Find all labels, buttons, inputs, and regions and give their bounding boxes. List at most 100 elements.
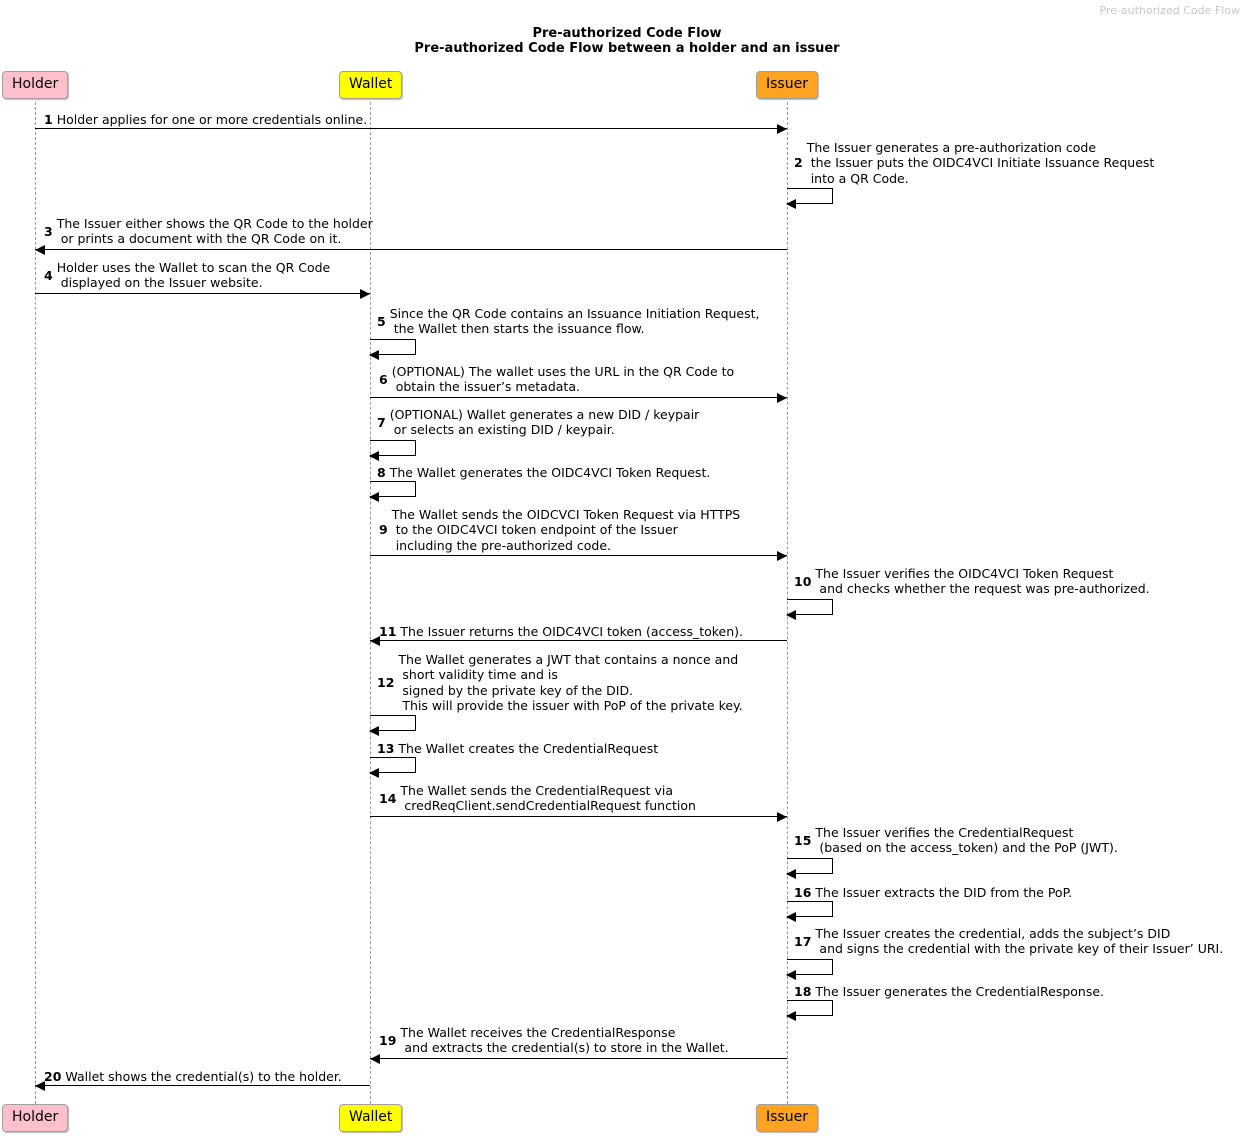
arrowhead-15 <box>786 869 796 879</box>
message-text-line: credReqClient.sendCredentialRequest func… <box>404 798 696 814</box>
message-text-line: Holder uses the Wallet to scan the QR Co… <box>56 260 331 275</box>
message-number-19: 19 <box>379 1032 397 1048</box>
message-label-13: 13 The Wallet creates the CredentialReque… <box>377 740 658 756</box>
arrowhead-10 <box>786 610 796 620</box>
message-text-line: The Wallet sends the OIDCVCI Token Reque… <box>391 507 741 522</box>
message-number-18: 18 <box>794 983 812 999</box>
participant-top-wallet[interactable]: Wallet <box>339 71 403 99</box>
message-text-line: The Issuer returns the OIDC4VCI token (a… <box>400 623 744 639</box>
message-number-20: 20 <box>44 1068 62 1084</box>
message-text-3: The Issuer either shows the QR Code to t… <box>57 216 373 247</box>
message-text-line: displayed on the Issuer website. <box>60 275 263 291</box>
message-arrow-14 <box>370 816 787 817</box>
message-text-line: The Wallet creates the CredentialRequest <box>398 740 659 756</box>
message-number-7: 7 <box>377 414 386 430</box>
message-label-9: 9 The Wallet sends the OIDCVCI Token Requ… <box>379 507 740 553</box>
message-text-11: The Issuer returns the OIDC4VCI token (a… <box>400 624 743 639</box>
message-text-line: Since the QR Code contains an Issuance I… <box>389 306 760 321</box>
sequence-diagram-canvas: Pre-authorized Code Flow Pre-authorized … <box>0 0 1254 1139</box>
message-label-19: 19 The Wallet receives the CredentialResp… <box>379 1025 729 1056</box>
message-number-2: 2 <box>794 155 803 171</box>
diagram-title-line-2: Pre-authorized Code Flow between a holde… <box>414 41 840 56</box>
message-text-line: obtain the issuer’s metadata. <box>395 379 580 395</box>
message-text-1: Holder applies for one or more credentia… <box>57 112 368 127</box>
message-label-16: 16 The Issuer extracts the DID from the P… <box>794 884 1072 900</box>
message-text-line: Wallet shows the credential(s) to the ho… <box>65 1068 342 1084</box>
message-text-8: The Wallet generates the OIDC4VCI Token … <box>390 465 711 480</box>
message-label-8: 8 The Wallet generates the OIDC4VCI Token… <box>377 464 710 480</box>
message-text-line: The Issuer creates the credential, adds … <box>815 926 1171 941</box>
message-label-20: 20 Wallet shows the credential(s) to the … <box>44 1068 342 1084</box>
message-number-8: 8 <box>377 464 386 480</box>
message-arrow-11 <box>370 640 787 641</box>
message-text-line: Holder applies for one or more credentia… <box>56 111 368 127</box>
message-text-line: The Issuer generates a pre-authorization… <box>806 140 1097 155</box>
message-label-17: 17 The Issuer creates the credential, add… <box>794 926 1223 957</box>
message-label-4: 4 Holder uses the Wallet to scan the QR C… <box>44 260 330 291</box>
message-arrow-6 <box>370 397 787 398</box>
lifeline-wallet <box>370 102 371 1104</box>
message-label-14: 14 The Wallet sends the CredentialRequest… <box>379 783 696 814</box>
participant-bottom-holder[interactable]: Holder <box>2 1104 69 1132</box>
message-text-2: The Issuer generates a pre-authorization… <box>807 140 1155 186</box>
message-arrow-19 <box>370 1058 787 1059</box>
message-text-line: including the pre-authorized code. <box>395 537 612 553</box>
message-text-line: (OPTIONAL) The wallet uses the URL in th… <box>391 364 735 379</box>
message-arrow-3 <box>35 249 787 250</box>
message-number-3: 3 <box>44 223 53 239</box>
message-text-16: The Issuer extracts the DID from the PoP… <box>815 885 1072 900</box>
message-arrow-4 <box>35 293 370 294</box>
message-arrow-1 <box>35 128 787 129</box>
arrowhead-16 <box>786 912 796 922</box>
message-text-20: Wallet shows the credential(s) to the ho… <box>65 1069 341 1084</box>
arrowhead-17 <box>786 970 796 980</box>
message-text-line: (OPTIONAL) Wallet generates a new DID / … <box>389 407 700 422</box>
message-text-6: (OPTIONAL) The wallet uses the URL in th… <box>392 364 735 395</box>
message-text-line: and checks whether the request was pre-a… <box>819 581 1150 597</box>
message-number-6: 6 <box>379 371 388 387</box>
message-label-7: 7 (OPTIONAL) Wallet generates a new DID /… <box>377 407 699 438</box>
message-number-11: 11 <box>379 623 397 639</box>
participant-bottom-issuer[interactable]: Issuer <box>756 1104 818 1132</box>
message-text-line: short validity time and is <box>402 667 558 683</box>
participant-bottom-wallet[interactable]: Wallet <box>339 1104 403 1132</box>
message-arrow-20 <box>35 1085 370 1086</box>
message-text-line: or selects an existing DID / keypair. <box>393 422 615 438</box>
message-number-14: 14 <box>379 790 397 806</box>
arrowhead-20 <box>35 1081 45 1091</box>
arrowhead-5 <box>369 350 379 360</box>
message-number-15: 15 <box>794 832 812 848</box>
arrowhead-1 <box>777 124 787 134</box>
watermark-label: Pre-authorized Code Flow <box>1099 4 1240 17</box>
diagram-title: Pre-authorized Code Flow Pre-authorized … <box>0 26 1254 56</box>
message-number-4: 4 <box>44 267 53 283</box>
message-number-5: 5 <box>377 313 386 329</box>
message-text-line: (based on the access_token) and the PoP … <box>819 840 1118 856</box>
message-text-line: The Wallet generates a JWT that contains… <box>398 652 739 667</box>
message-text-line: The Issuer extracts the DID from the PoP… <box>815 884 1073 900</box>
participant-top-holder[interactable]: Holder <box>2 71 69 99</box>
message-text-17: The Issuer creates the credential, adds … <box>815 926 1223 957</box>
participant-top-issuer[interactable]: Issuer <box>756 71 818 99</box>
message-label-6: 6 (OPTIONAL) The wallet uses the URL in t… <box>379 364 734 395</box>
message-text-line: and signs the credential with the privat… <box>819 941 1224 957</box>
message-text-line: The Wallet sends the CredentialRequest v… <box>400 783 674 798</box>
arrowhead-8 <box>369 492 379 502</box>
message-number-10: 10 <box>794 573 812 589</box>
message-text-18: The Issuer generates the CredentialRespo… <box>815 984 1104 999</box>
message-text-line: This will provide the issuer with PoP of… <box>402 697 743 713</box>
message-text-5: Since the QR Code contains an Issuance I… <box>390 306 760 337</box>
message-label-11: 11 The Issuer returns the OIDC4VCI token … <box>379 623 743 639</box>
message-text-10: The Issuer verifies the OIDC4VCI Token R… <box>815 566 1149 597</box>
message-number-17: 17 <box>794 933 812 949</box>
arrowhead-12 <box>369 726 379 736</box>
message-text-line: to the OIDC4VCI token endpoint of the Is… <box>395 522 678 538</box>
message-text-line: The Issuer either shows the QR Code to t… <box>56 216 373 231</box>
message-text-line: the Issuer puts the OIDC4VCI Initiate Is… <box>810 155 1155 171</box>
message-text-line: the Wallet then starts the issuance flow… <box>393 321 645 337</box>
message-text-14: The Wallet sends the CredentialRequest v… <box>400 783 695 814</box>
message-label-5: 5 Since the QR Code contains an Issuance … <box>377 306 760 337</box>
message-text-13: The Wallet creates the CredentialRequest <box>398 741 658 756</box>
message-text-12: The Wallet generates a JWT that contains… <box>398 652 742 713</box>
message-text-line: into a QR Code. <box>810 170 909 186</box>
